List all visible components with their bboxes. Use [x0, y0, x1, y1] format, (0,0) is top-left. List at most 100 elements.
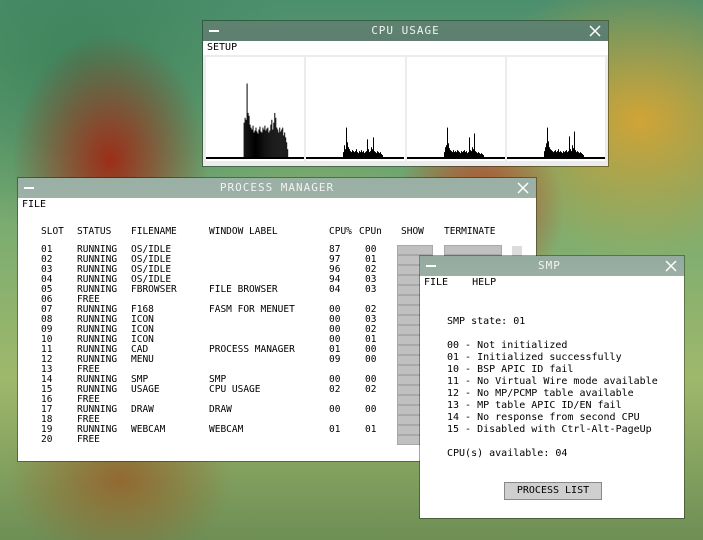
cpu-bar	[278, 132, 280, 157]
cpu-bar	[444, 147, 446, 157]
cpu-bar	[477, 152, 479, 157]
cpu-bar	[263, 129, 265, 157]
cpu-bar	[377, 151, 379, 157]
cell-filename: MENU	[131, 354, 154, 365]
minimize-icon[interactable]	[209, 30, 219, 32]
close-icon[interactable]	[588, 24, 602, 38]
cpu-bar	[264, 125, 266, 157]
cpu-bar	[577, 152, 579, 157]
cpu-bar	[578, 153, 580, 157]
cpu-bar	[556, 151, 558, 157]
cpu-bar	[475, 152, 477, 157]
cpu-bar	[351, 152, 353, 157]
minimize-icon[interactable]	[426, 265, 436, 267]
header-window-label: WINDOW LABEL	[209, 226, 278, 237]
cell-filename: DRAW	[131, 404, 154, 415]
cpu-bar	[448, 148, 450, 157]
cpu-bar	[554, 150, 556, 157]
cpu-bar	[454, 151, 456, 157]
cpu-bar	[579, 152, 581, 157]
cpu-bar	[479, 154, 481, 157]
header-cpu-pct: CPU%	[329, 226, 352, 237]
cell-cpu-pct: 02	[329, 384, 341, 395]
cpu-bar	[249, 124, 251, 157]
cpu-bar	[461, 152, 463, 157]
cell-filename: FBROWSER	[131, 284, 177, 295]
cpu-bar	[449, 150, 451, 157]
cpu-bar	[283, 135, 285, 157]
cpu-bar	[370, 151, 372, 157]
cpu-bar	[563, 152, 565, 157]
cpu-bar	[458, 152, 460, 157]
cpu-bar	[368, 149, 370, 157]
cpu-bar	[355, 151, 357, 157]
cpu-bar	[455, 152, 457, 157]
cpu-bar	[460, 151, 462, 157]
smp-code: 12 - No MP/PCMP table available	[447, 388, 634, 399]
cell-slot: 20	[41, 434, 53, 445]
cpu-bar	[375, 152, 377, 157]
header-terminate: TERMINATE	[444, 226, 496, 237]
cell-cpu-pct: 04	[329, 284, 341, 295]
cpu-bar	[272, 129, 274, 157]
menu-file[interactable]: FILE	[424, 277, 448, 288]
cpu-baseline	[306, 157, 405, 159]
cpu-bar	[362, 152, 364, 157]
cpu-bar	[469, 150, 471, 157]
cpu-bar	[571, 145, 573, 157]
cell-window-label: DRAW	[209, 404, 232, 415]
cpu-bar	[359, 151, 361, 157]
smp-titlebar[interactable]: SMP	[420, 256, 684, 276]
header-status: STATUS	[77, 226, 112, 237]
cpu-bar	[254, 130, 256, 157]
cpu-bar	[459, 153, 461, 157]
cpu-bar	[447, 143, 449, 157]
cpu-bar	[446, 127, 448, 157]
cpu-bar	[352, 150, 354, 157]
cpu-bar	[360, 152, 362, 157]
cpu-bar	[445, 145, 447, 157]
cpu-bar	[376, 153, 378, 157]
process-manager-titlebar[interactable]: PROCESS MANAGER	[18, 178, 536, 198]
cell-cpun: 00	[365, 404, 377, 415]
cpu-bar	[260, 131, 262, 157]
cpu-bar	[271, 119, 273, 157]
menu-help[interactable]: HELP	[472, 277, 496, 288]
cpu-usage-window: CPU USAGE SETUP	[203, 21, 608, 166]
cpu-bar	[261, 132, 263, 157]
smp-code: 01 - Initialized successfully	[447, 352, 622, 363]
cpu-bar	[575, 152, 577, 157]
menu-file[interactable]: FILE	[22, 199, 46, 210]
terminate-button[interactable]	[444, 245, 502, 255]
cpu-usage-titlebar[interactable]: CPU USAGE	[203, 21, 608, 41]
cpu-bar	[549, 149, 551, 157]
cpu-bar	[380, 152, 382, 157]
cpu-baseline	[206, 157, 304, 159]
smp-code: 13 - MP table APIC ID/EN fail	[447, 400, 622, 411]
cpu-bar	[275, 117, 277, 157]
cpu-bar	[482, 155, 484, 157]
cpu-graph-0	[206, 57, 305, 161]
cpu-bar	[250, 127, 252, 157]
cell-window-label: FILE BROWSER	[209, 284, 278, 295]
cpu-bar	[456, 150, 458, 157]
cell-cpun: 01	[365, 424, 377, 435]
cpu-bar	[558, 152, 560, 157]
cpu-bar	[576, 151, 578, 157]
close-icon[interactable]	[664, 259, 678, 273]
smp-code: 15 - Disabled with Ctrl-Alt-PageUp	[447, 424, 652, 435]
cell-status: FREE	[77, 434, 100, 445]
cpu-bar	[472, 149, 474, 157]
minimize-icon[interactable]	[24, 187, 34, 189]
cpu-bar	[553, 151, 555, 157]
process-list-button[interactable]: PROCESS LIST	[504, 482, 602, 500]
show-button[interactable]	[397, 245, 433, 255]
header-slot: SLOT	[41, 226, 64, 237]
menu-setup[interactable]: SETUP	[207, 42, 237, 53]
cpu-bar	[245, 119, 247, 157]
cpu-usage-menubar: SETUP	[203, 41, 608, 55]
cpu-bar	[481, 154, 483, 157]
cpu-bar	[463, 150, 465, 157]
cpu-bar	[287, 149, 289, 157]
close-icon[interactable]	[516, 181, 530, 195]
